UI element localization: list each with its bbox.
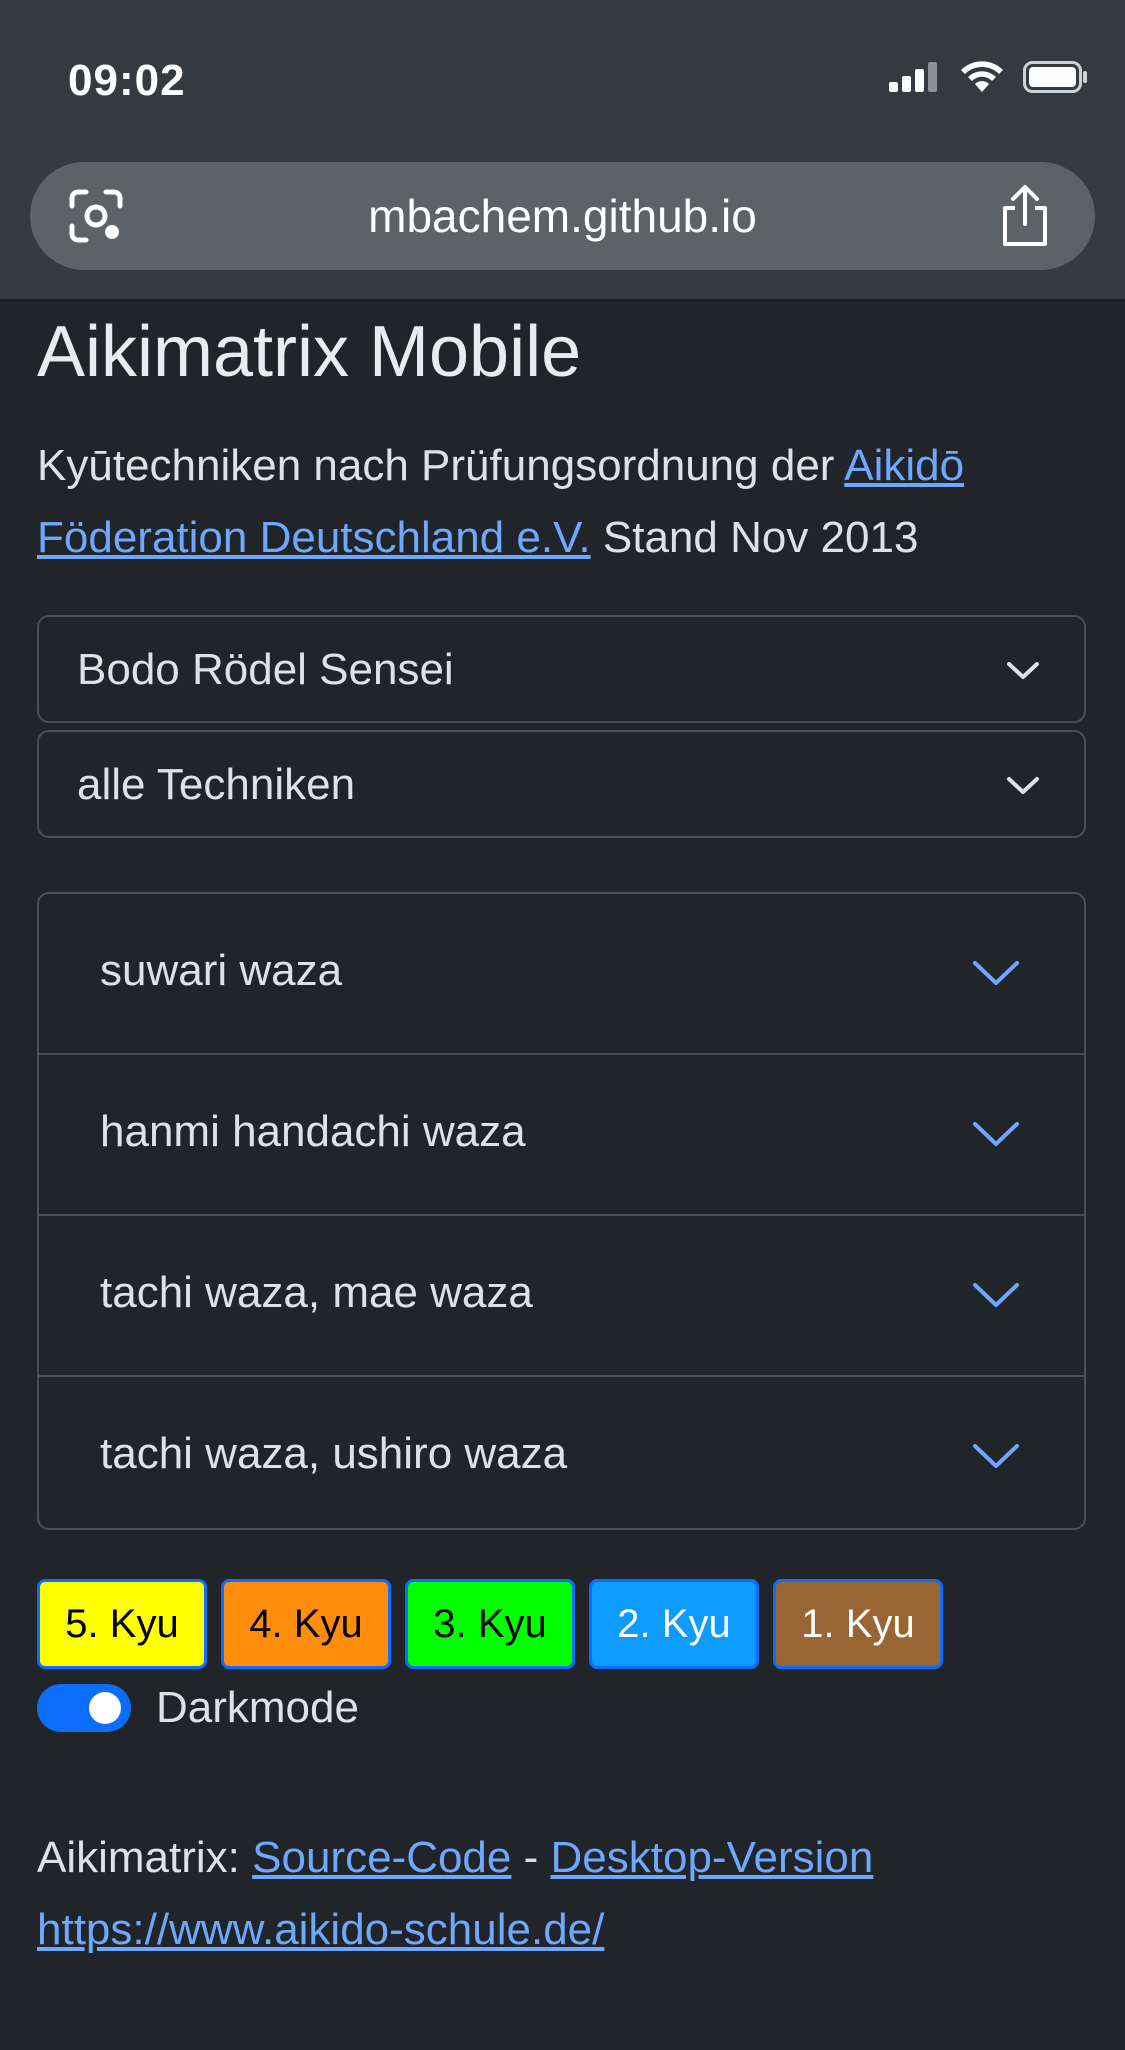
status-time: 09:02 — [68, 56, 186, 105]
kyu-4-button[interactable]: 4. Kyu — [221, 1579, 391, 1669]
wifi-icon — [961, 61, 1003, 92]
footer-separator: - — [511, 1833, 551, 1882]
signal-icon — [889, 62, 937, 92]
kyu-1-button[interactable]: 1. Kyu — [773, 1579, 943, 1669]
url-text[interactable]: mbachem.github.io — [30, 189, 1095, 243]
intro-paragraph: Kyūtechniken nach Prüfungsordnung der Ai… — [37, 430, 1097, 574]
footer: Aikimatrix: Source-Code - Desktop-Versio… — [37, 1822, 873, 1966]
technique-accordion: suwari waza hanmi handachi waza tachi wa… — [37, 892, 1086, 1530]
share-icon[interactable] — [997, 184, 1053, 248]
filter-select-value: alle Techniken — [77, 760, 356, 809]
accordion-item-label: suwari waza — [100, 946, 343, 995]
teacher-select-value: Bodo Rödel Sensei — [77, 645, 454, 694]
kyu-5-button[interactable]: 5. Kyu — [37, 1579, 207, 1669]
kyu-button-group: 5. Kyu 4. Kyu 3. Kyu 2. Kyu 1. Kyu — [37, 1579, 943, 1669]
page-title: Aikimatrix Mobile — [37, 312, 582, 392]
accordion-item-label: tachi waza, ushiro waza — [100, 1429, 568, 1478]
kyu-3-button[interactable]: 3. Kyu — [405, 1579, 575, 1669]
browser-chrome: 09:02 mbachem.github.io — [0, 0, 1125, 301]
chevron-down-icon — [1007, 662, 1039, 679]
status-icons — [889, 60, 1089, 94]
accordion-item-label: hanmi handachi waza — [100, 1107, 526, 1156]
toggle-knob — [89, 1692, 121, 1724]
kyu-2-button[interactable]: 2. Kyu — [589, 1579, 759, 1669]
darkmode-toggle[interactable] — [37, 1684, 131, 1732]
battery-icon — [1023, 61, 1087, 93]
chevron-down-icon — [973, 1283, 1019, 1307]
chevron-down-icon — [973, 1444, 1019, 1468]
accordion-item-suwari-waza[interactable]: suwari waza — [39, 894, 1084, 1055]
footer-prefix: Aikimatrix: — [37, 1833, 253, 1882]
accordion-item-label: tachi waza, mae waza — [100, 1268, 533, 1317]
accordion-item-tachi-waza-ushiro-waza[interactable]: tachi waza, ushiro waza — [39, 1377, 1084, 1528]
accordion-item-tachi-waza-mae-waza[interactable]: tachi waza, mae waza — [39, 1216, 1084, 1377]
intro-text: Kyūtechniken nach Prüfungsordnung der — [37, 441, 845, 490]
chevron-down-icon — [973, 1122, 1019, 1146]
darkmode-row: Darkmode — [37, 1683, 359, 1733]
source-code-link[interactable]: Source-Code — [252, 1833, 511, 1882]
desktop-version-link[interactable]: Desktop-Version — [551, 1833, 874, 1882]
aikido-schule-link[interactable]: https://www.aikido-schule.de/ — [37, 1905, 604, 1954]
darkmode-label: Darkmode — [156, 1683, 359, 1732]
filter-select[interactable]: alle Techniken — [37, 730, 1086, 838]
intro-suffix: Stand Nov 2013 — [590, 513, 919, 562]
accordion-item-hanmi-handachi-waza[interactable]: hanmi handachi waza — [39, 1055, 1084, 1216]
teacher-select[interactable]: Bodo Rödel Sensei — [37, 615, 1086, 723]
address-bar[interactable]: mbachem.github.io — [30, 162, 1095, 270]
chevron-down-icon — [1007, 777, 1039, 794]
chevron-down-icon — [973, 961, 1019, 985]
